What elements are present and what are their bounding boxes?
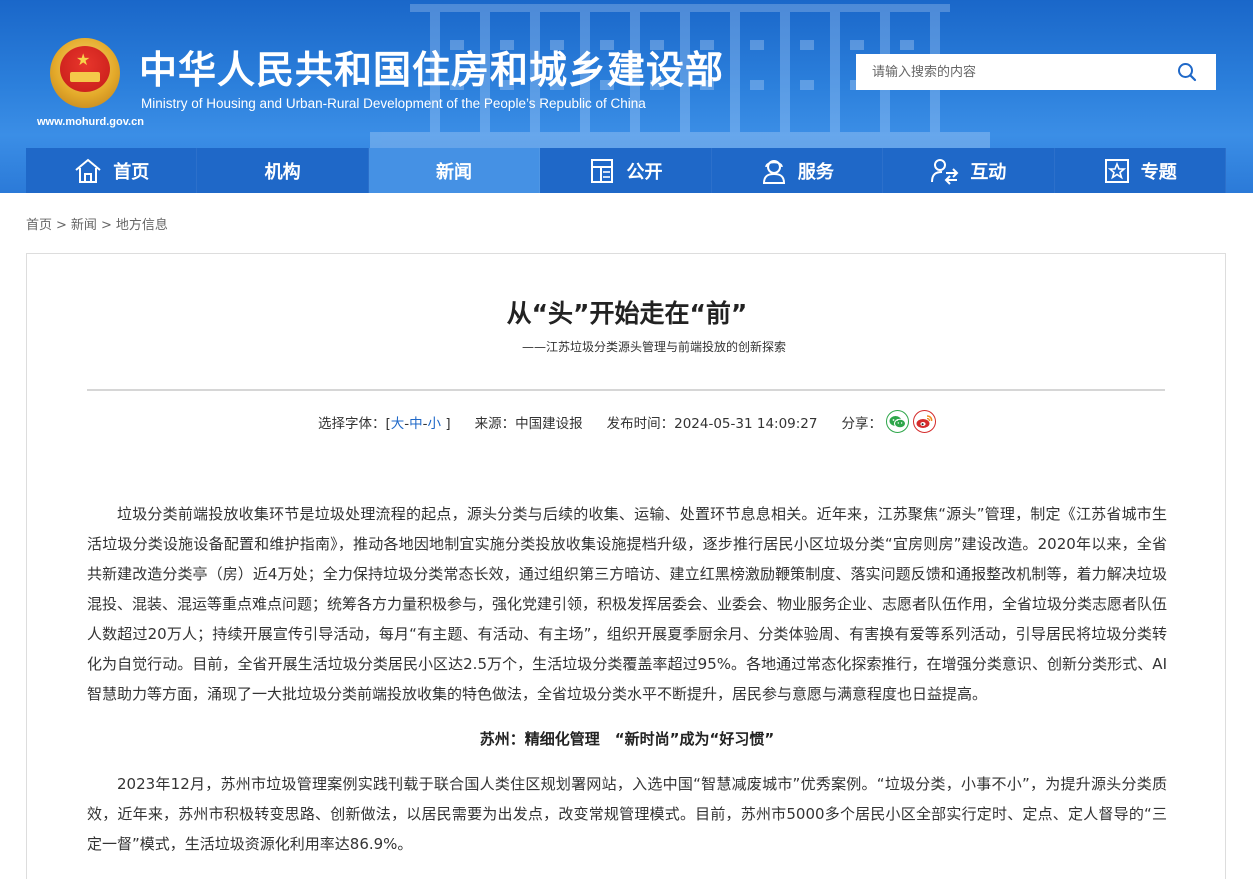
article-subtitle: ——江苏垃圾分类源头管理与前端投放的创新探索: [521, 340, 786, 354]
title-divider: [87, 389, 1165, 391]
article-paragraph: 垃圾分类前端投放收集环节是垃圾处理流程的起点，源头分类与后续的收集、运输、处置环…: [87, 505, 1168, 703]
nav-item-interaction[interactable]: 互动: [883, 148, 1055, 193]
font-size-large[interactable]: 大: [391, 416, 405, 432]
nav-item-public[interactable]: 公开: [540, 148, 712, 193]
site-header: ★ 中华人民共和国住房和城乡建设部 Ministry of Housing an…: [0, 0, 1253, 193]
section-heading: 苏州：精细化管理 “新时尚”成为“好习惯”: [479, 730, 775, 748]
nav-item-news[interactable]: 新闻: [368, 148, 541, 193]
breadcrumb-separator: >: [56, 218, 67, 233]
breadcrumb-separator: >: [100, 218, 112, 233]
search-button[interactable]: [1166, 58, 1208, 86]
service-person-icon: [762, 159, 785, 184]
share-weibo-button[interactable]: [913, 410, 936, 433]
site-subtitle-english: Ministry of Housing and Urban-Rural Deve…: [141, 96, 646, 111]
publish-time: 发布时间：2024-05-31 14:09:27: [606, 415, 818, 432]
main-nav: 首页 机构 新闻 公开 服务 互动 专题: [26, 148, 1226, 193]
weibo-icon: [916, 415, 933, 428]
article-container: 从“头”开始走在“前” ——江苏垃圾分类源头管理与前端投放的创新探索 选择字体：…: [26, 253, 1226, 879]
nav-item-label: 新闻: [436, 161, 473, 183]
article-meta: 选择字体：[大-中-小 ] 来源：中国建设报 发布时间：2024-05-31 1…: [27, 410, 1227, 433]
breadcrumb-news[interactable]: 新闻: [71, 218, 97, 233]
share-wechat-button[interactable]: [886, 410, 909, 433]
breadcrumb-local-info[interactable]: 地方信息: [116, 218, 168, 233]
nav-item-label: 首页: [113, 161, 150, 183]
document-icon: [591, 158, 614, 183]
share-label: 分享：: [841, 415, 883, 432]
article-paragraph: 2023年12月，苏州市垃圾管理案例实践刊载于联合国人类住区规划署网站，入选中国…: [87, 775, 1167, 853]
interaction-icon: [931, 158, 959, 185]
wechat-icon: [889, 415, 906, 428]
nav-item-institutions[interactable]: 机构: [197, 148, 369, 193]
nav-item-home[interactable]: 首页: [26, 148, 198, 193]
national-emblem-logo[interactable]: ★: [50, 38, 120, 110]
star-frame-icon: [1104, 158, 1129, 183]
breadcrumb: 首页 > 新闻 > 地方信息: [26, 214, 168, 233]
nav-item-topics[interactable]: 专题: [1055, 148, 1226, 193]
nav-item-service[interactable]: 服务: [712, 148, 884, 193]
search-icon: [1178, 63, 1197, 82]
font-size-selector: 选择字体：[大-中-小 ]: [318, 412, 451, 432]
nav-item-label: 服务: [797, 161, 834, 183]
breadcrumb-home[interactable]: 首页: [26, 218, 52, 233]
site-url: www.mohurd.gov.cn: [37, 116, 144, 128]
article-title: 从“头”开始走在“前”: [506, 299, 748, 328]
article-body: 垃圾分类前端投放收集环节是垃圾处理流程的起点，源头分类与后续的收集、运输、处置环…: [87, 499, 1167, 859]
site-title[interactable]: 中华人民共和国住房和城乡建设部: [139, 46, 724, 94]
font-size-small[interactable]: 小: [428, 416, 442, 432]
nav-item-label: 互动: [970, 161, 1007, 183]
nav-item-label: 机构: [264, 161, 301, 183]
search-box: [856, 54, 1216, 90]
nav-item-label: 专题: [1140, 161, 1177, 183]
home-icon: [75, 158, 101, 183]
article-source: 来源：中国建设报: [474, 415, 583, 432]
search-input[interactable]: [856, 54, 1166, 90]
font-size-close: ]: [445, 415, 451, 432]
font-size-label: 选择字体：[: [318, 415, 391, 432]
nav-item-label: 公开: [626, 161, 663, 183]
font-size-medium[interactable]: 中: [409, 416, 423, 432]
